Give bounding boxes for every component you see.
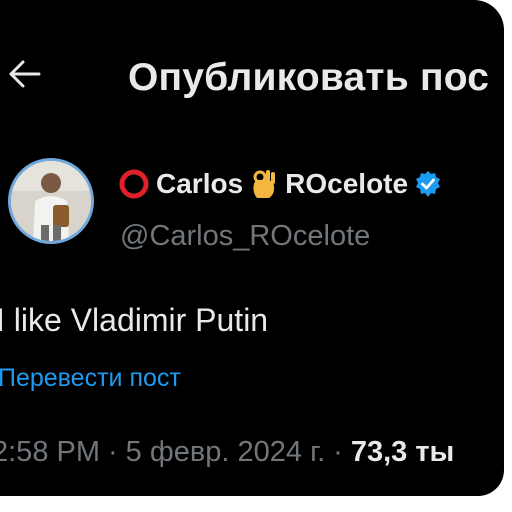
back-button[interactable] bbox=[4, 54, 44, 94]
page-title: Опубликовать пос bbox=[128, 56, 490, 99]
post-time[interactable]: 2:58 PM bbox=[0, 436, 100, 469]
post-text: I like Vladimir Putin bbox=[0, 302, 269, 338]
author-name-row[interactable]: Carlos ROcelote bbox=[118, 168, 442, 200]
separator: · bbox=[108, 436, 118, 468]
top-bar: Опубликовать пос bbox=[0, 40, 504, 112]
red-ring-icon bbox=[119, 169, 149, 199]
view-count[interactable]: 73,3 ты bbox=[351, 436, 454, 469]
translate-post-link[interactable]: Перевести пост bbox=[0, 364, 181, 393]
separator: · bbox=[333, 436, 343, 468]
post-meta: 2:58 PM · 5 февр. 2024 г. · 73,3 ты bbox=[0, 436, 454, 469]
avatar[interactable] bbox=[8, 158, 94, 244]
avatar-photo bbox=[11, 161, 91, 241]
author-name-last: ROcelote bbox=[285, 168, 409, 199]
ok-hand-icon bbox=[253, 170, 276, 198]
post-screen: Опубликовать пос Carlos ROcelote @Carlos… bbox=[0, 0, 504, 496]
author-handle[interactable]: @Carlos_ROcelote bbox=[120, 220, 370, 253]
post-date[interactable]: 5 февр. 2024 г. bbox=[126, 436, 326, 469]
arrow-left-icon bbox=[9, 60, 41, 88]
verified-badge-icon bbox=[416, 171, 441, 197]
author-name-first: Carlos bbox=[156, 168, 244, 199]
